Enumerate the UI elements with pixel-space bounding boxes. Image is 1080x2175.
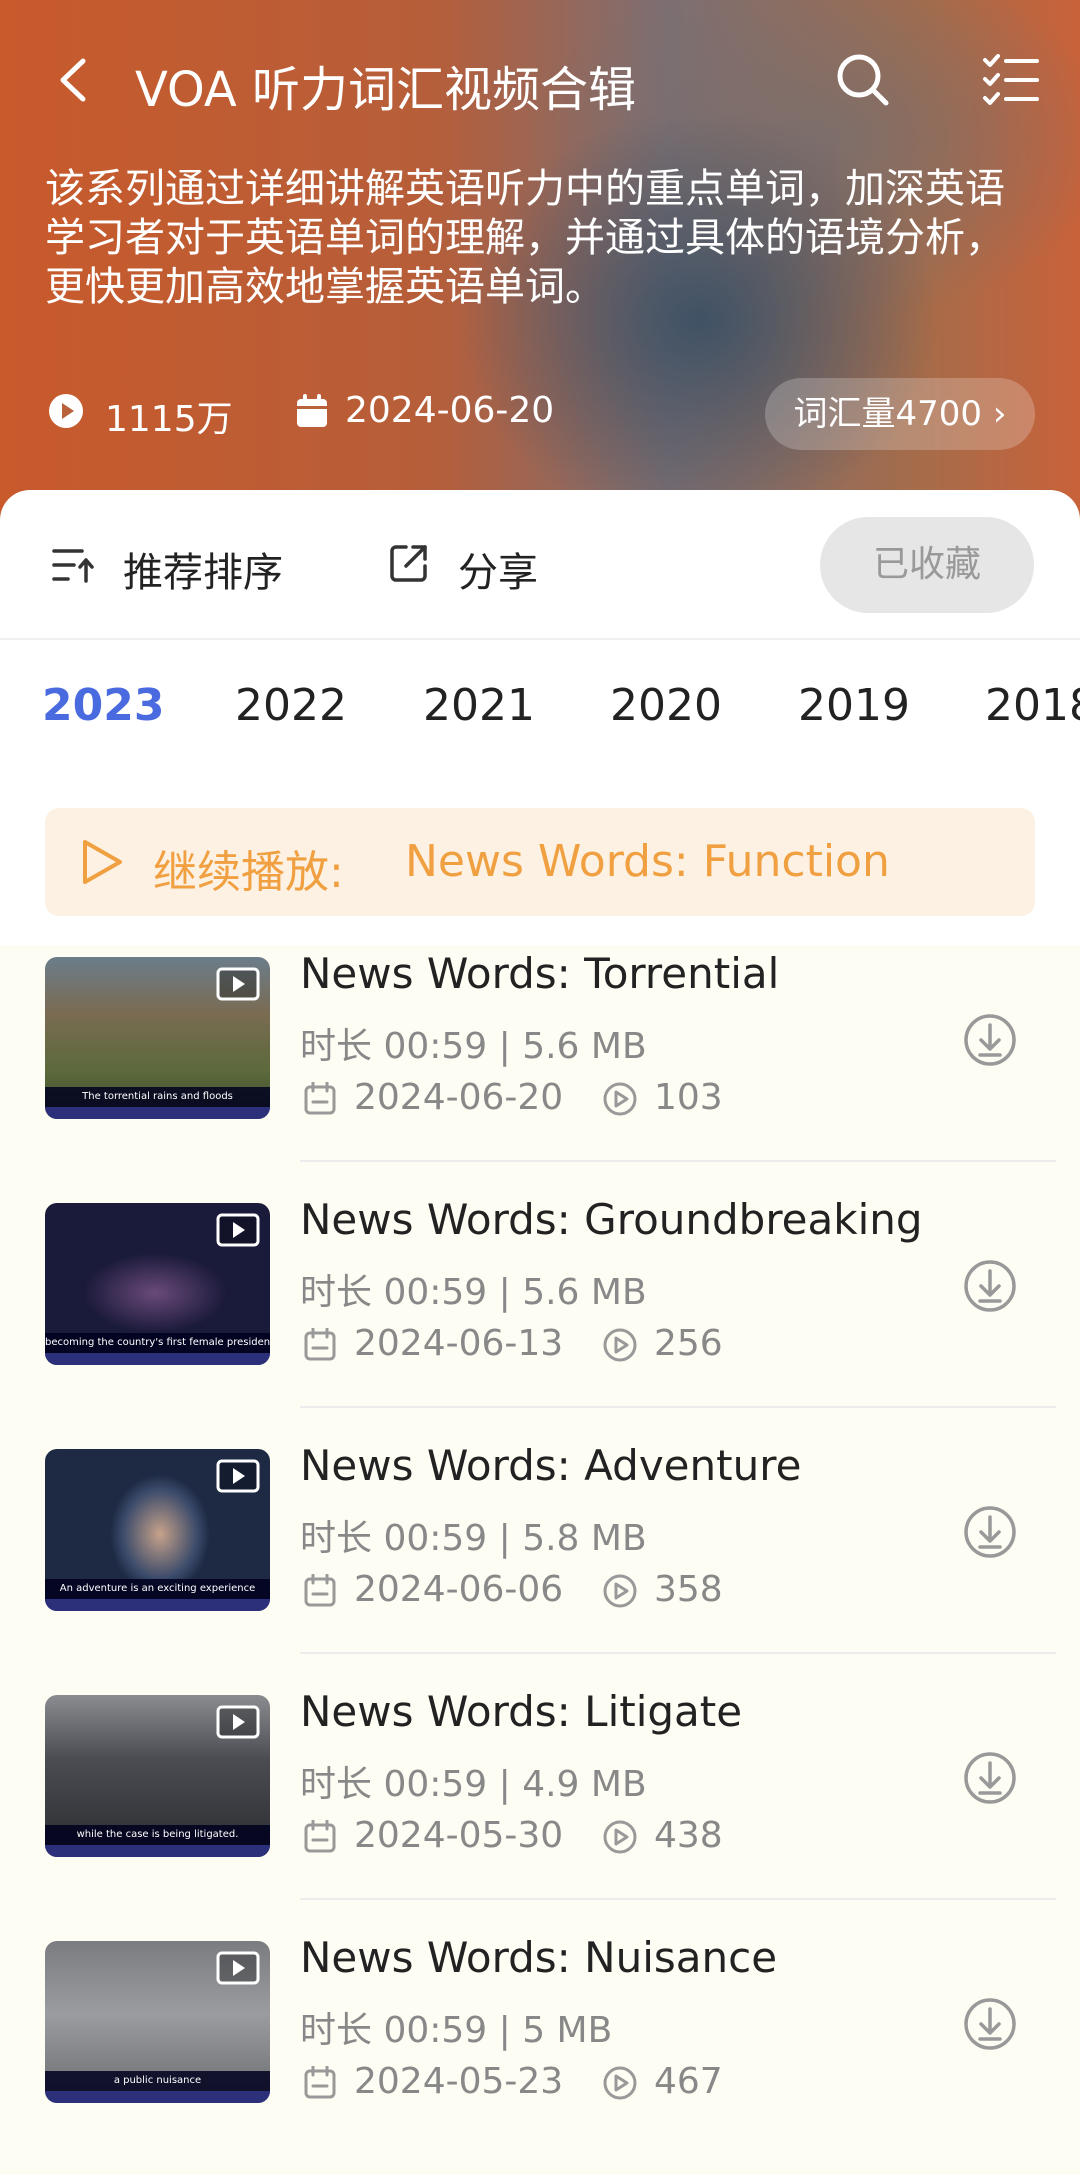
- calendar-icon: [297, 394, 327, 427]
- thumbnail-frame: [45, 2091, 270, 2103]
- list-item[interactable]: becoming the country's first female pres…: [0, 1191, 1080, 1437]
- video-thumbnail[interactable]: becoming the country's first female pres…: [45, 1203, 270, 1365]
- share-icon[interactable]: [388, 542, 430, 584]
- video-icon: [216, 1213, 260, 1247]
- play-count-icon: [603, 1328, 637, 1362]
- video-play-count: 438: [654, 1815, 723, 1856]
- play-count-icon: [603, 1820, 637, 1854]
- video-title: News Words: Nuisance: [300, 1933, 778, 1982]
- video-date: 2024-06-13: [354, 1323, 564, 1364]
- back-icon[interactable]: [55, 55, 95, 105]
- collection-header: VOA 听力词汇视频合辑 该系列通过详细讲解英语听力中的重点单词，加深英语学习者…: [0, 0, 1080, 520]
- play-count-icon: [49, 394, 83, 428]
- video-title: News Words: Litigate: [300, 1687, 743, 1736]
- top-bar: VOA 听力词汇视频合辑: [0, 0, 1080, 160]
- continue-playing-bar[interactable]: 继续播放: News Words: Function: [45, 808, 1035, 916]
- video-duration-size: 时长 00:59 | 5.6 MB: [300, 1026, 647, 1067]
- download-icon[interactable]: [962, 1258, 1018, 1314]
- year-tab[interactable]: 2023: [42, 680, 164, 731]
- download-icon[interactable]: [962, 1750, 1018, 1806]
- play-count: 1115万: [105, 399, 233, 440]
- video-date: 2024-06-06: [354, 1569, 564, 1610]
- collection-description: 该系列通过详细讲解英语听力中的重点单词，加深英语学习者对于英语单词的理解，并通过…: [45, 166, 1005, 310]
- thumbnail-caption: The torrential rains and floods: [45, 1087, 270, 1107]
- year-tab[interactable]: 2022: [235, 680, 347, 731]
- divider: [300, 1406, 1056, 1408]
- video-duration-size: 时长 00:59 | 5 MB: [300, 2010, 613, 2051]
- sort-icon[interactable]: [52, 545, 94, 585]
- thumbnail-frame: [45, 1845, 270, 1857]
- thumbnail-caption: while the case is being litigated.: [45, 1825, 270, 1845]
- thumbnail-caption: becoming the country's first female pres…: [45, 1333, 270, 1353]
- video-icon: [216, 1951, 260, 1985]
- year-tabs: 2023 2022 2021 2020 2019 2018: [0, 680, 1080, 760]
- controls-panel: 推荐排序 分享 已收藏 2023 2022 2021 2020 2019 201…: [0, 490, 1080, 945]
- play-count-icon: [603, 1082, 637, 1116]
- video-duration-size: 时长 00:59 | 5.6 MB: [300, 1272, 647, 1313]
- thumbnail-frame: [45, 1107, 270, 1119]
- year-tab[interactable]: 2019: [798, 680, 910, 731]
- vocab-button[interactable]: 词汇量4700 ›: [765, 378, 1035, 450]
- divider: [0, 638, 1080, 640]
- video-thumbnail[interactable]: while the case is being litigated.: [45, 1695, 270, 1857]
- continue-label: 继续播放:: [153, 847, 344, 898]
- video-play-count: 467: [654, 2061, 723, 2102]
- video-date: 2024-05-23: [354, 2061, 564, 2102]
- video-thumbnail[interactable]: a public nuisance: [45, 1941, 270, 2103]
- download-icon[interactable]: [962, 1012, 1018, 1068]
- thumbnail-frame: [45, 1353, 270, 1365]
- video-title: News Words: Groundbreaking: [300, 1195, 923, 1244]
- page-title: VOA 听力词汇视频合辑: [135, 62, 637, 118]
- video-thumbnail[interactable]: An adventure is an exciting experience: [45, 1449, 270, 1611]
- share-button[interactable]: 分享: [458, 540, 538, 598]
- play-count-icon: [603, 2066, 637, 2100]
- video-date: 2024-06-20: [354, 1077, 564, 1118]
- calendar-icon: [304, 1328, 336, 1361]
- thumbnail-caption: a public nuisance: [45, 2071, 270, 2091]
- download-icon[interactable]: [962, 1996, 1018, 2052]
- divider: [300, 1898, 1056, 1900]
- calendar-icon: [304, 1082, 336, 1115]
- video-play-count: 256: [654, 1323, 723, 1364]
- continue-title: News Words: Function: [405, 836, 890, 887]
- divider: [300, 1160, 1056, 1162]
- list-item[interactable]: The torrential rains and floods News Wor…: [0, 945, 1080, 1191]
- video-date: 2024-05-30: [354, 1815, 564, 1856]
- thumbnail-frame: [45, 1599, 270, 1611]
- video-icon: [216, 1459, 260, 1493]
- video-play-count: 358: [654, 1569, 723, 1610]
- year-tab[interactable]: 2021: [423, 680, 535, 731]
- calendar-icon: [304, 1574, 336, 1607]
- playlist-icon[interactable]: [982, 52, 1040, 108]
- play-icon: [83, 840, 122, 884]
- video-play-count: 103: [654, 1077, 723, 1118]
- video-thumbnail[interactable]: The torrential rains and floods: [45, 957, 270, 1119]
- play-count-icon: [603, 1574, 637, 1608]
- favorited-button[interactable]: 已收藏: [820, 517, 1034, 613]
- video-list: The torrential rains and floods News Wor…: [0, 945, 1080, 2175]
- year-tab[interactable]: 2018: [985, 680, 1080, 731]
- video-duration-size: 时长 00:59 | 5.8 MB: [300, 1518, 647, 1559]
- calendar-icon: [304, 2066, 336, 2099]
- sort-button[interactable]: 推荐排序: [123, 540, 283, 598]
- thumbnail-caption: An adventure is an exciting experience: [45, 1579, 270, 1599]
- video-title: News Words: Adventure: [300, 1441, 802, 1490]
- video-title: News Words: Torrential: [300, 949, 780, 998]
- list-item[interactable]: while the case is being litigated. News …: [0, 1683, 1080, 1929]
- calendar-icon: [304, 1820, 336, 1853]
- update-date: 2024-06-20: [345, 390, 555, 431]
- video-duration-size: 时长 00:59 | 4.9 MB: [300, 1764, 647, 1805]
- download-icon[interactable]: [962, 1504, 1018, 1560]
- video-icon: [216, 1705, 260, 1739]
- year-tab[interactable]: 2020: [610, 680, 722, 731]
- list-item[interactable]: a public nuisance News Words: Nuisance 时…: [0, 1929, 1080, 2175]
- list-item[interactable]: An adventure is an exciting experience N…: [0, 1437, 1080, 1683]
- video-icon: [216, 967, 260, 1001]
- divider: [300, 1652, 1056, 1654]
- search-icon[interactable]: [835, 52, 891, 108]
